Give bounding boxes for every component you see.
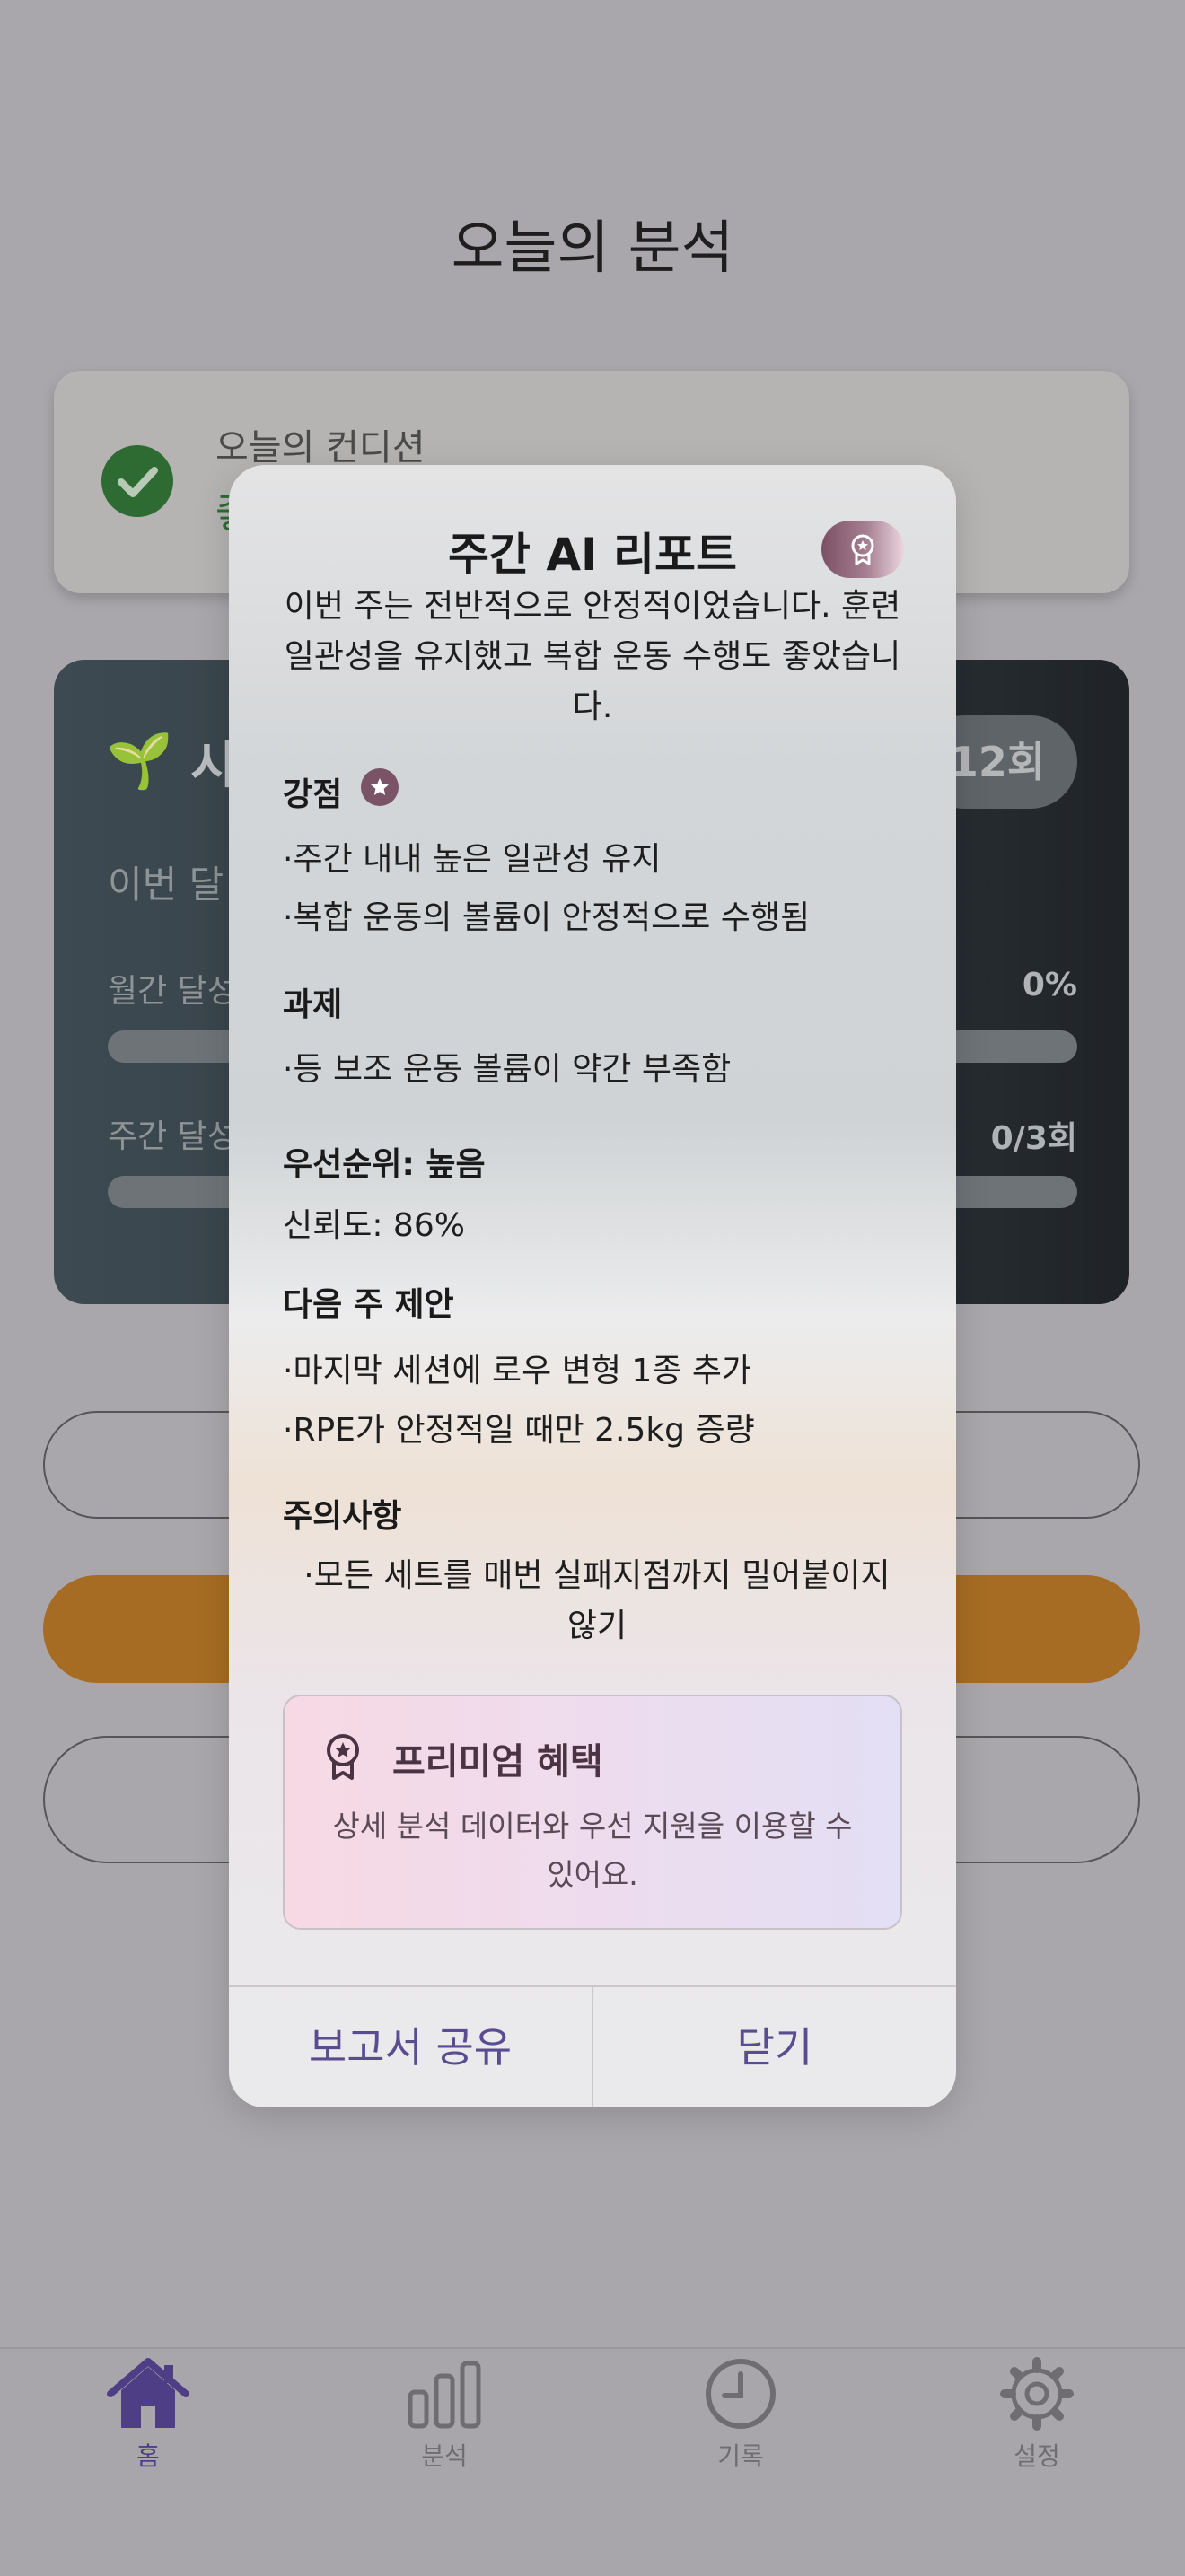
award-icon: [851, 534, 874, 565]
page-title: 오늘의 분석: [451, 215, 734, 282]
tab-analysis-label: 분석: [421, 2441, 468, 2471]
suggestion-item: ·RPE가 안정적일 때만 2.5kg 증량: [283, 1412, 755, 1449]
home-icon: [107, 2358, 189, 2428]
tab-home[interactable]: 홈: [58, 2356, 238, 2473]
bar-chart-icon: [408, 2361, 481, 2429]
task-item: ·등 보조 운동 볼륨이 약간 부족함: [283, 1051, 732, 1088]
award-icon: [323, 1732, 363, 1784]
weekly-report-modal: 주간 AI 리포트 이번 주는 전반적으로 안정적이었습니다. 훈련 일관성을 …: [229, 465, 956, 2107]
tab-home-label: 홈: [136, 2441, 160, 2471]
weekly-progress-label: 주간 달성: [108, 1118, 237, 1155]
clock-icon: [706, 2359, 776, 2429]
strength-item: ·복합 운동의 볼륨이 안정적으로 수행됨: [283, 899, 811, 936]
tab-settings[interactable]: 설정: [947, 2356, 1127, 2473]
tab-settings-label: 설정: [1014, 2441, 1060, 2471]
gear-icon: [1000, 2357, 1074, 2431]
share-report-button[interactable]: 보고서 공유: [229, 1987, 592, 2107]
check-circle-icon: [101, 445, 173, 517]
star-icon: [361, 768, 399, 806]
strengths-heading: 강점: [283, 776, 343, 813]
monthly-card-subtitle: 이번 달: [108, 863, 224, 907]
caution-text: ·모든 세트를 매번 실패지점까지 밀어붙이지 않기: [303, 1557, 891, 1644]
caution-heading: 주의사항: [283, 1498, 402, 1535]
strength-item: ·주간 내내 높은 일관성 유지: [283, 841, 662, 878]
tab-history-label: 기록: [717, 2441, 764, 2471]
suggestion-item: ·마지막 세션에 로우 변형 1종 추가: [283, 1353, 752, 1389]
next-week-heading: 다음 주 제안: [283, 1286, 454, 1323]
close-button[interactable]: 닫기: [593, 1987, 956, 2107]
confidence-text: 신뢰도: 86%: [283, 1207, 465, 1244]
tab-history[interactable]: 기록: [651, 2356, 830, 2473]
premium-description: 상세 분석 데이터와 우선 지원을 이용할 수 있어요.: [332, 1809, 853, 1892]
monthly-progress-label: 월간 달성: [108, 973, 237, 1010]
modal-summary: 이번 주는 전반적으로 안정적이었습니다. 훈련 일관성을 유지했고 복합 운동…: [284, 588, 901, 725]
tasks-heading: 과제: [283, 986, 343, 1023]
tab-analysis[interactable]: 분석: [355, 2356, 534, 2473]
premium-badge: [821, 521, 904, 578]
premium-title: 프리미엄 혜택: [392, 1741, 603, 1783]
priority-text: 우선순위: 높음: [283, 1146, 486, 1183]
condition-label: 오늘의 컨디션: [215, 427, 426, 469]
sprout-icon: 🌱: [106, 730, 173, 793]
